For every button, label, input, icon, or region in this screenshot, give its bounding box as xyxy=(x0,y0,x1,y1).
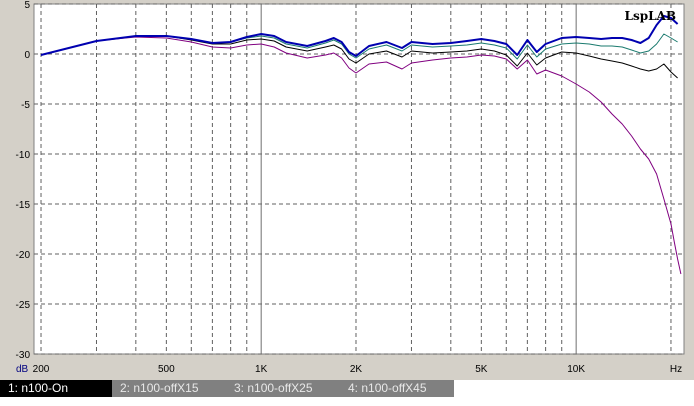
x-tick-label: 500 xyxy=(158,364,175,375)
y-tick-label: -30 xyxy=(16,350,31,361)
legend-tab-n100-offx15[interactable]: 2: n100-offX15 xyxy=(112,380,226,397)
y-tick-label: -15 xyxy=(16,200,31,211)
x-tick-label: 200 xyxy=(33,364,50,375)
legend-bar: 1: n100-On 2: n100-offX15 3: n100-offX25… xyxy=(0,380,694,406)
y-tick-label: 5 xyxy=(24,0,30,11)
x-tick-labels: 200 500 1K 2K 5K 10K xyxy=(33,364,586,375)
legend-tab-n100-on[interactable]: 1: n100-On xyxy=(0,380,112,397)
y-tick-label: -10 xyxy=(16,150,31,161)
y-tick-label: -25 xyxy=(16,300,31,311)
y-tick-label: 0 xyxy=(24,50,30,61)
x-tick-label: 1K xyxy=(255,364,268,375)
x-tick-label: 5K xyxy=(475,364,488,375)
legend-tab-n100-offx25[interactable]: 3: n100-offX25 xyxy=(226,380,340,397)
frequency-response-chart: 5 0 -5 -10 -15 -20 -25 -30 200 500 1K 2K 5K 10K LspL… xyxy=(0,0,694,380)
y-axis-unit: dB xyxy=(16,364,29,375)
x-tick-label: 10K xyxy=(567,364,585,375)
x-tick-label: 2K xyxy=(350,364,363,375)
chart-svg: 5 0 -5 -10 -15 -20 -25 -30 200 500 1K 2K 5K 10K LspL… xyxy=(16,0,685,375)
y-tick-labels: 5 0 -5 -10 -15 -20 -25 -30 xyxy=(16,0,31,361)
legend-tab-n100-offx45[interactable]: 4: n100-offX45 xyxy=(340,380,454,397)
x-axis-unit: Hz xyxy=(670,364,682,375)
y-tick-label: -20 xyxy=(16,250,31,261)
y-tick-label: -5 xyxy=(21,100,30,111)
watermark: LspLAB xyxy=(625,9,676,23)
